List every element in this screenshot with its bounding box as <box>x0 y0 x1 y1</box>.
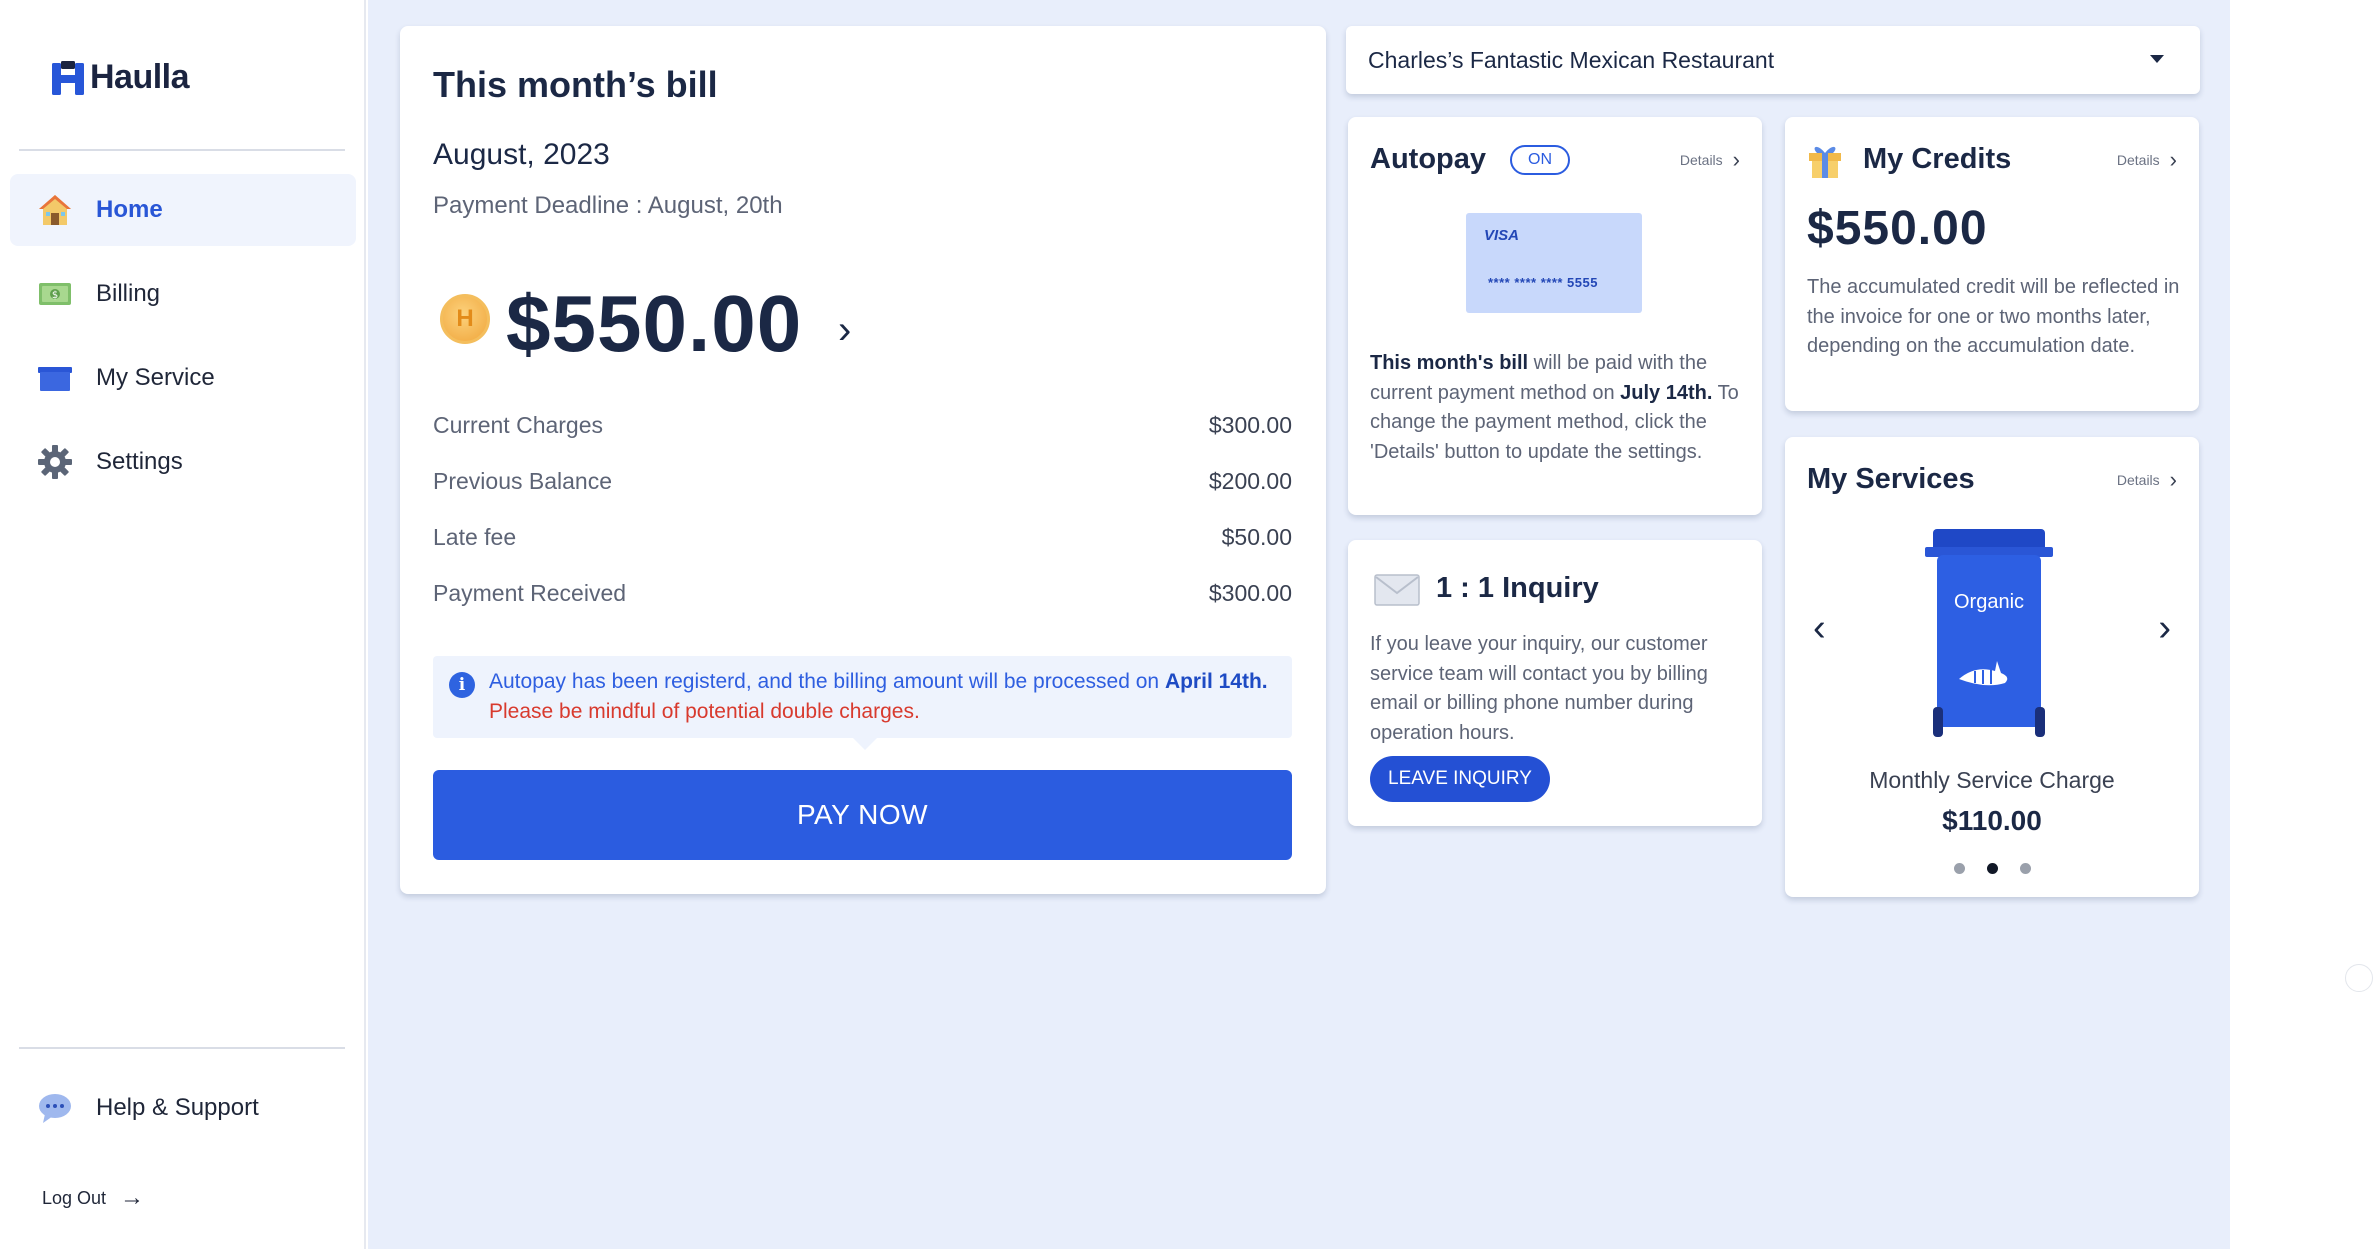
chevron-right-icon[interactable]: › <box>838 308 851 353</box>
main-content: This month’s bill August, 2023 Payment D… <box>368 0 2230 1249</box>
credits-description: The accumulated credit will be reflected… <box>1807 276 2180 357</box>
notice-pointer <box>853 738 877 750</box>
carousel-prev-button[interactable]: ‹ <box>1813 607 1826 650</box>
bill-title: This month’s bill <box>433 64 718 105</box>
details-label: Details <box>1679 152 1723 168</box>
carousel-dot[interactable] <box>1953 863 1965 874</box>
credits-details-link[interactable]: Details › <box>2117 147 2177 173</box>
carousel-dot[interactable] <box>2019 863 2031 874</box>
service-name: Monthly Service Charge <box>1869 767 2115 793</box>
charge-value: $300.00 <box>1208 412 1292 438</box>
haulla-coin-icon: H <box>440 294 490 344</box>
visa-logo: VISA <box>1484 227 1520 244</box>
arrow-right-icon: → <box>120 1184 145 1211</box>
carousel-indicator <box>1785 863 2199 874</box>
sidebar-item-label: Settings <box>96 448 183 475</box>
charge-label: Payment Received <box>433 580 627 606</box>
charge-label: Previous Balance <box>433 468 612 494</box>
charge-line-current: Current Charges $300.00 <box>433 412 1292 439</box>
sidebar-item-home[interactable]: Home <box>10 174 356 246</box>
details-label: Details <box>2116 152 2160 168</box>
organic-bin-illustration: Organic <box>1925 529 2053 739</box>
charge-value: $300.00 <box>1208 580 1292 606</box>
autopay-title: Autopay <box>1370 143 1486 175</box>
charge-line-payment-received: Payment Received $300.00 <box>433 580 1292 607</box>
carousel-next-button[interactable]: › <box>2158 607 2171 650</box>
gear-icon <box>36 443 74 481</box>
charge-line-previous-balance: Previous Balance $200.00 <box>433 468 1292 495</box>
brand-logo[interactable]: Haulla <box>52 58 190 97</box>
edge-circle <box>2345 964 2373 992</box>
chevron-right-icon: › <box>2169 467 2177 492</box>
svg-text:$: $ <box>52 290 58 301</box>
sidebar-item-label: My Service <box>96 364 215 391</box>
bin-icon <box>36 359 74 397</box>
info-icon: i <box>449 672 475 698</box>
charge-value: $50.00 <box>1221 524 1292 550</box>
inquiry-description: If you leave your inquiry, our customer … <box>1370 633 1708 744</box>
bin-label: Organic <box>1953 591 2025 613</box>
house-icon <box>36 191 74 229</box>
caret-down-icon <box>2150 55 2164 63</box>
inquiry-title: 1 : 1 Inquiry <box>1436 572 1599 604</box>
bill-month: August, 2023 <box>433 138 610 171</box>
sidebar-item-my-service[interactable]: My Service <box>10 342 356 414</box>
notice-text: Autopay has been registerd, and the bill… <box>489 670 1268 693</box>
charge-label: Current Charges <box>433 412 604 438</box>
card-number: **** **** **** 5555 <box>1488 275 1598 290</box>
charge-value: $200.00 <box>1208 468 1292 494</box>
service-price: $110.00 <box>1942 805 2042 836</box>
pay-now-button[interactable]: PAY NOW <box>433 770 1292 860</box>
sidebar-divider-top <box>19 149 345 151</box>
chat-bubble-icon <box>36 1089 74 1127</box>
autopay-status-badge[interactable]: ON <box>1510 145 1570 175</box>
brand-name: Haulla <box>90 58 190 96</box>
haulla-logo-icon <box>52 60 84 95</box>
restaurant-select-value: Charles’s Fantastic Mexican Restaurant <box>1368 46 1775 73</box>
sidebar-divider-bottom <box>19 1047 345 1049</box>
my-services-card: My Services Details › ‹ › Organic Monthl… <box>1785 437 2199 897</box>
bill-total-amount: $550.00 <box>506 279 803 368</box>
carousel-dot-active[interactable] <box>1986 863 1998 874</box>
autopay-description: This month's bill will be paid with the … <box>1370 352 1739 463</box>
sidebar-item-billing[interactable]: $ Billing <box>10 258 356 330</box>
autopay-card: Autopay ON Details › VISA **** **** ****… <box>1348 117 1762 515</box>
sidebar-item-settings[interactable]: Settings <box>10 426 356 498</box>
credits-card: My Credits Details › $550.00 The accumul… <box>1785 117 2199 411</box>
credits-title: My Credits <box>1863 143 2012 175</box>
payment-deadline: Payment Deadline : August, 20th <box>433 192 783 219</box>
logout-button[interactable]: Log Out → <box>42 1184 144 1212</box>
payment-card: VISA **** **** **** 5555 <box>1466 213 1642 313</box>
gift-icon <box>1807 141 1843 184</box>
inquiry-card: 1 : 1 Inquiry If you leave your inquiry,… <box>1348 540 1762 826</box>
notice-date: April 14th. <box>1164 670 1268 693</box>
logout-label: Log Out <box>42 1187 107 1208</box>
notice-warning: Please be mindful of potential double ch… <box>489 700 920 723</box>
restaurant-select[interactable]: Charles’s Fantastic Mexican Restaurant <box>1346 26 2200 94</box>
envelope-icon <box>1374 574 1420 611</box>
services-title: My Services <box>1807 463 1975 495</box>
autopay-notice: i Autopay has been registerd, and the bi… <box>433 656 1292 750</box>
help-support-link[interactable]: Help & Support <box>10 1072 356 1144</box>
autopay-details-link[interactable]: Details › <box>1680 147 1740 173</box>
charge-label: Late fee <box>433 524 517 550</box>
sidebar-item-label: Billing <box>96 280 161 307</box>
details-label: Details <box>2116 472 2160 488</box>
help-support-label: Help & Support <box>96 1094 259 1121</box>
services-details-link[interactable]: Details › <box>2117 467 2177 493</box>
chevron-right-icon: › <box>2169 147 2177 172</box>
charge-line-late-fee: Late fee $50.00 <box>433 524 1292 551</box>
chevron-right-icon: › <box>1732 147 1740 172</box>
credits-amount: $550.00 <box>1807 202 1988 255</box>
monthly-bill-card: This month’s bill August, 2023 Payment D… <box>400 26 1326 894</box>
sidebar: Haulla Home $ Billing My Service Setting… <box>0 0 366 1249</box>
leave-inquiry-button[interactable]: LEAVE INQUIRY <box>1370 756 1550 802</box>
sidebar-item-label: Home <box>96 196 163 223</box>
cash-icon: $ <box>36 275 74 313</box>
